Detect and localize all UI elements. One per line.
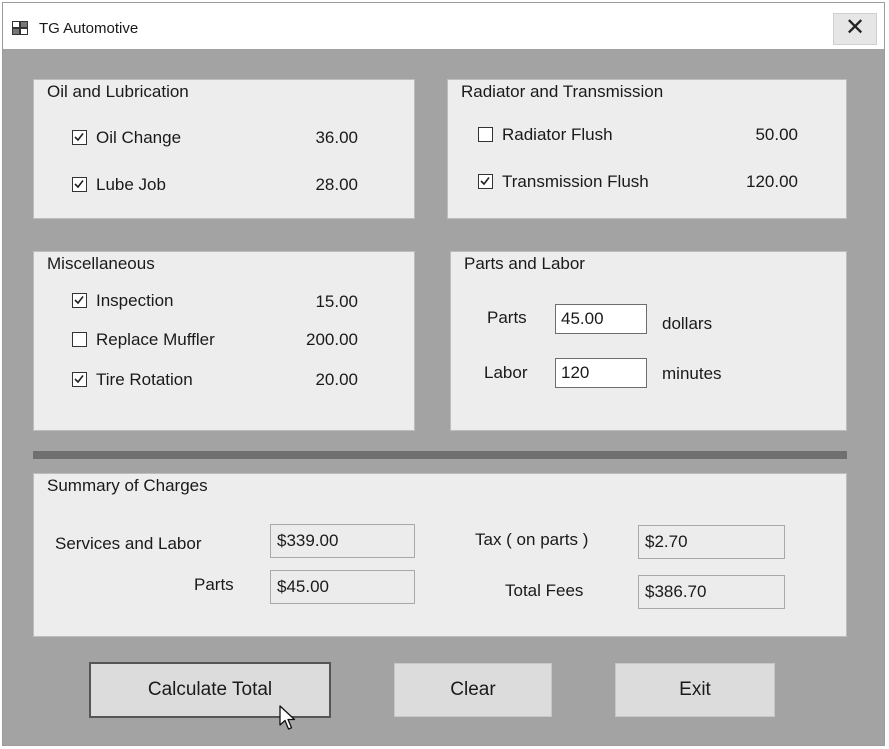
transmission-flush-price: 120.00 bbox=[746, 172, 798, 191]
group-title: Parts and Labor bbox=[461, 254, 588, 274]
labor-input[interactable] bbox=[555, 358, 647, 388]
checkbox-checked-icon bbox=[72, 372, 87, 387]
checkbox-label: Transmission Flush bbox=[502, 172, 649, 191]
checkbox-checked-icon bbox=[72, 130, 87, 145]
tax-label: Tax ( on parts ) bbox=[475, 530, 589, 549]
checkbox-label: Radiator Flush bbox=[502, 125, 613, 144]
exit-button[interactable]: Exit bbox=[615, 663, 775, 717]
group-title: Oil and Lubrication bbox=[44, 82, 192, 102]
form-client-area: Oil and Lubrication Oil Change 36.00 Lub… bbox=[3, 49, 884, 745]
total-fees-label: Total Fees bbox=[505, 581, 584, 600]
labor-label: Labor bbox=[484, 363, 528, 382]
app-window: TG Automotive ✕ Oil and Lubrication Oil … bbox=[2, 2, 885, 746]
parts-summary-value: $45.00 bbox=[270, 570, 415, 604]
checkbox-label: Tire Rotation bbox=[96, 370, 193, 389]
services-labor-label: Services and Labor bbox=[55, 534, 202, 553]
mouse-pointer-icon bbox=[279, 705, 296, 730]
clear-button[interactable]: Clear bbox=[394, 663, 552, 717]
checkbox-checked-icon bbox=[72, 177, 87, 192]
group-title: Miscellaneous bbox=[44, 254, 158, 274]
app-window-icon bbox=[12, 21, 28, 35]
checkbox-label: Replace Muffler bbox=[96, 330, 215, 349]
title-bar: TG Automotive ✕ bbox=[3, 3, 884, 49]
checkbox-unchecked-icon bbox=[478, 127, 493, 142]
close-button[interactable]: ✕ bbox=[833, 13, 877, 45]
group-title: Radiator and Transmission bbox=[458, 82, 667, 102]
checkbox-label: Lube Job bbox=[96, 175, 166, 194]
parts-unit-label: dollars bbox=[662, 314, 713, 333]
checkbox-checked-icon bbox=[72, 293, 87, 308]
replace-muffler-price: 200.00 bbox=[306, 330, 358, 349]
section-separator bbox=[33, 451, 847, 459]
parts-input[interactable] bbox=[555, 304, 647, 334]
inspection-price: 15.00 bbox=[315, 292, 358, 311]
parts-summary-label: Parts bbox=[194, 575, 234, 594]
tax-value: $2.70 bbox=[638, 525, 785, 559]
services-labor-value: $339.00 bbox=[270, 524, 415, 558]
parts-label: Parts bbox=[487, 308, 527, 327]
window-title: TG Automotive bbox=[39, 20, 139, 37]
total-fees-value: $386.70 bbox=[638, 575, 785, 609]
lube-job-price: 28.00 bbox=[315, 175, 358, 194]
summary-group: Summary of Charges Services and Labor $3… bbox=[33, 473, 847, 637]
oil-change-price: 36.00 bbox=[315, 128, 358, 147]
checkbox-checked-icon bbox=[478, 174, 493, 189]
radiator-transmission-group: Radiator and Transmission Radiator Flush… bbox=[447, 79, 847, 219]
oil-lubrication-group: Oil and Lubrication Oil Change 36.00 Lub… bbox=[33, 79, 415, 219]
button-label: Clear bbox=[450, 679, 496, 700]
group-title: Summary of Charges bbox=[44, 476, 211, 496]
miscellaneous-group: Miscellaneous Inspection 15.00 Replace M… bbox=[33, 251, 415, 431]
button-label: Exit bbox=[679, 679, 711, 700]
tire-rotation-price: 20.00 bbox=[315, 370, 358, 389]
checkbox-label: Inspection bbox=[96, 291, 174, 310]
radiator-flush-price: 50.00 bbox=[755, 125, 798, 144]
button-label: Calculate Total bbox=[147, 679, 273, 700]
labor-unit-label: minutes bbox=[662, 364, 722, 383]
checkbox-unchecked-icon bbox=[72, 332, 87, 347]
parts-labor-group: Parts and Labor Parts dollars Labor minu… bbox=[450, 251, 847, 431]
checkbox-label: Oil Change bbox=[96, 128, 182, 147]
close-icon: ✕ bbox=[844, 14, 866, 41]
